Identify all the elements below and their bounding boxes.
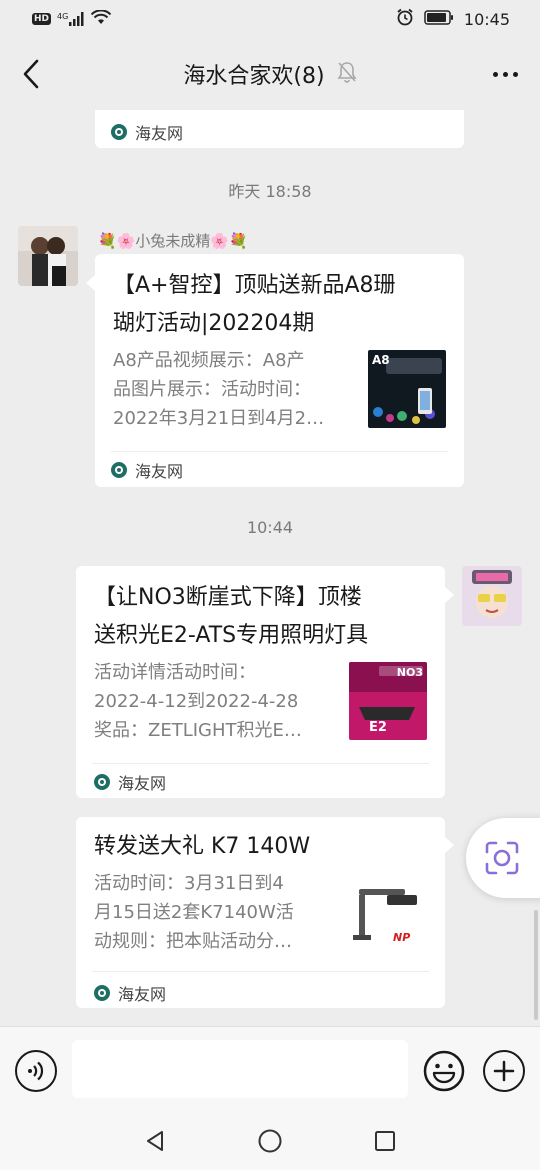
card-title-line: 送积光E2-ATS专用照明灯具: [94, 623, 369, 648]
card-title-line: 转发送大礼 K7 140W: [94, 834, 311, 859]
thumb-label: E2: [369, 720, 387, 735]
bubble-tail: [445, 587, 454, 603]
card-title-line: 【让NO3断崖式下降】顶楼: [94, 585, 362, 610]
card-divider: [92, 971, 429, 972]
card-source: 海友网: [111, 120, 183, 144]
voice-button[interactable]: [15, 1050, 57, 1092]
source-logo-icon: [111, 124, 127, 140]
triangle-back-icon: [147, 1131, 163, 1151]
card-source: 海友网: [111, 458, 183, 482]
card-divider: [111, 451, 448, 452]
floating-scan-button[interactable]: [466, 818, 540, 898]
link-card[interactable]: 【A+智控】顶贴送新品A8珊 瑚灯活动|202204期 A8产品视频展示：A8产…: [95, 254, 464, 487]
card-desc-line: 活动时间：3月31日到4: [94, 873, 284, 894]
chat-area[interactable]: 海友网 昨天 18:58 💐🌸小兔未成精🌸💐 【A+智控】顶贴送新品A8珊 瑚灯…: [0, 110, 540, 1026]
card-desc-line: 品图片展示：活动时间：: [113, 379, 311, 400]
avatar[interactable]: [462, 566, 522, 626]
card-desc-line: A8产品视频展示：A8产: [113, 350, 305, 371]
timestamp: 昨天 18:58: [228, 182, 312, 201]
emoji-button[interactable]: [423, 1050, 465, 1092]
card-desc-line: 动规则：把本贴活动分…: [94, 931, 292, 952]
more-dot: [493, 71, 498, 77]
chat-header: 海水合家欢(8): [0, 38, 540, 110]
status-left: HD 4G: [32, 8, 112, 29]
link-card[interactable]: 转发送大礼 K7 140W 活动时间：3月31日到4 月15日送2套K7140W…: [76, 817, 445, 1008]
bubble-tail: [445, 837, 454, 853]
battery-icon: [424, 9, 454, 29]
card-title-line: 瑚灯活动|202204期: [113, 311, 315, 336]
input-bar: [0, 1026, 540, 1112]
card-thumbnail: A8: [368, 350, 446, 428]
back-button[interactable]: [14, 56, 48, 92]
circle-home-icon: [258, 1129, 282, 1153]
source-name: 海友网: [118, 985, 167, 1004]
card-source: 海友网: [94, 770, 166, 794]
chat-title: 海水合家欢(8): [183, 64, 325, 89]
scrollbar[interactable]: [534, 910, 538, 1020]
title-wrap: 海水合家欢(8): [183, 58, 357, 90]
thumb-label: NO3: [396, 666, 423, 679]
status-right: 10:45: [396, 8, 510, 30]
plus-icon: [493, 1060, 515, 1082]
thumb-label: A8: [372, 353, 390, 367]
scan-icon: [485, 841, 519, 875]
bell-off-icon: [337, 61, 357, 87]
thumb-label: NP: [393, 931, 411, 944]
card-title-line: 【A+智控】顶贴送新品A8珊: [113, 273, 396, 298]
link-card[interactable]: 【让NO3断崖式下降】顶楼 送积光E2-ATS专用照明灯具 活动详情活动时间： …: [76, 566, 445, 798]
square-recents-icon: [375, 1131, 395, 1151]
voice-icon: [28, 1061, 44, 1081]
link-card-previous[interactable]: 海友网: [95, 110, 464, 148]
card-desc-line: 月15日送2套K7140W活: [94, 902, 294, 923]
sender-name: 💐🌸小兔未成精🌸💐: [98, 232, 248, 250]
status-time: 10:45: [463, 9, 510, 29]
more-dot: [503, 71, 508, 77]
source-name: 海友网: [135, 462, 184, 481]
plus-button[interactable]: [483, 1050, 525, 1092]
source-name: 海友网: [135, 124, 184, 143]
emoji-icon: [423, 1050, 465, 1092]
system-nav-bar: [0, 1112, 540, 1170]
status-bar: HD 4G 10:45: [0, 0, 540, 38]
wifi-icon: [91, 8, 112, 29]
card-thumbnail: NO3 E2: [349, 662, 427, 740]
nav-home-button[interactable]: [255, 1126, 285, 1156]
source-logo-icon: [111, 462, 127, 478]
signal-icon: 4G: [57, 12, 85, 26]
more-button[interactable]: [493, 60, 518, 88]
more-dot: [513, 71, 518, 77]
card-desc-line: 2022年3月21日到4月2…: [113, 408, 325, 429]
nav-recents-button[interactable]: [370, 1126, 400, 1156]
card-desc-line: 活动详情活动时间：: [94, 662, 256, 683]
card-source: 海友网: [94, 981, 166, 1005]
bubble-tail: [86, 275, 95, 291]
source-name: 海友网: [118, 774, 167, 793]
card-desc-line: 奖品：ZETLIGHT积光E…: [94, 720, 302, 741]
card-desc-line: 2022-4-12到2022-4-28: [94, 691, 299, 712]
source-logo-icon: [94, 774, 110, 790]
message-input[interactable]: [72, 1040, 408, 1098]
network-label: 4G: [57, 12, 69, 21]
hd-badge: HD: [32, 13, 52, 25]
avatar[interactable]: [18, 226, 78, 286]
back-arrow-icon: [23, 59, 39, 89]
nav-back-button[interactable]: [140, 1126, 170, 1156]
timestamp: 10:44: [246, 518, 294, 537]
card-thumbnail: NP: [349, 875, 427, 953]
alarm-icon: [396, 8, 414, 30]
card-divider: [92, 763, 429, 764]
source-logo-icon: [94, 985, 110, 1001]
